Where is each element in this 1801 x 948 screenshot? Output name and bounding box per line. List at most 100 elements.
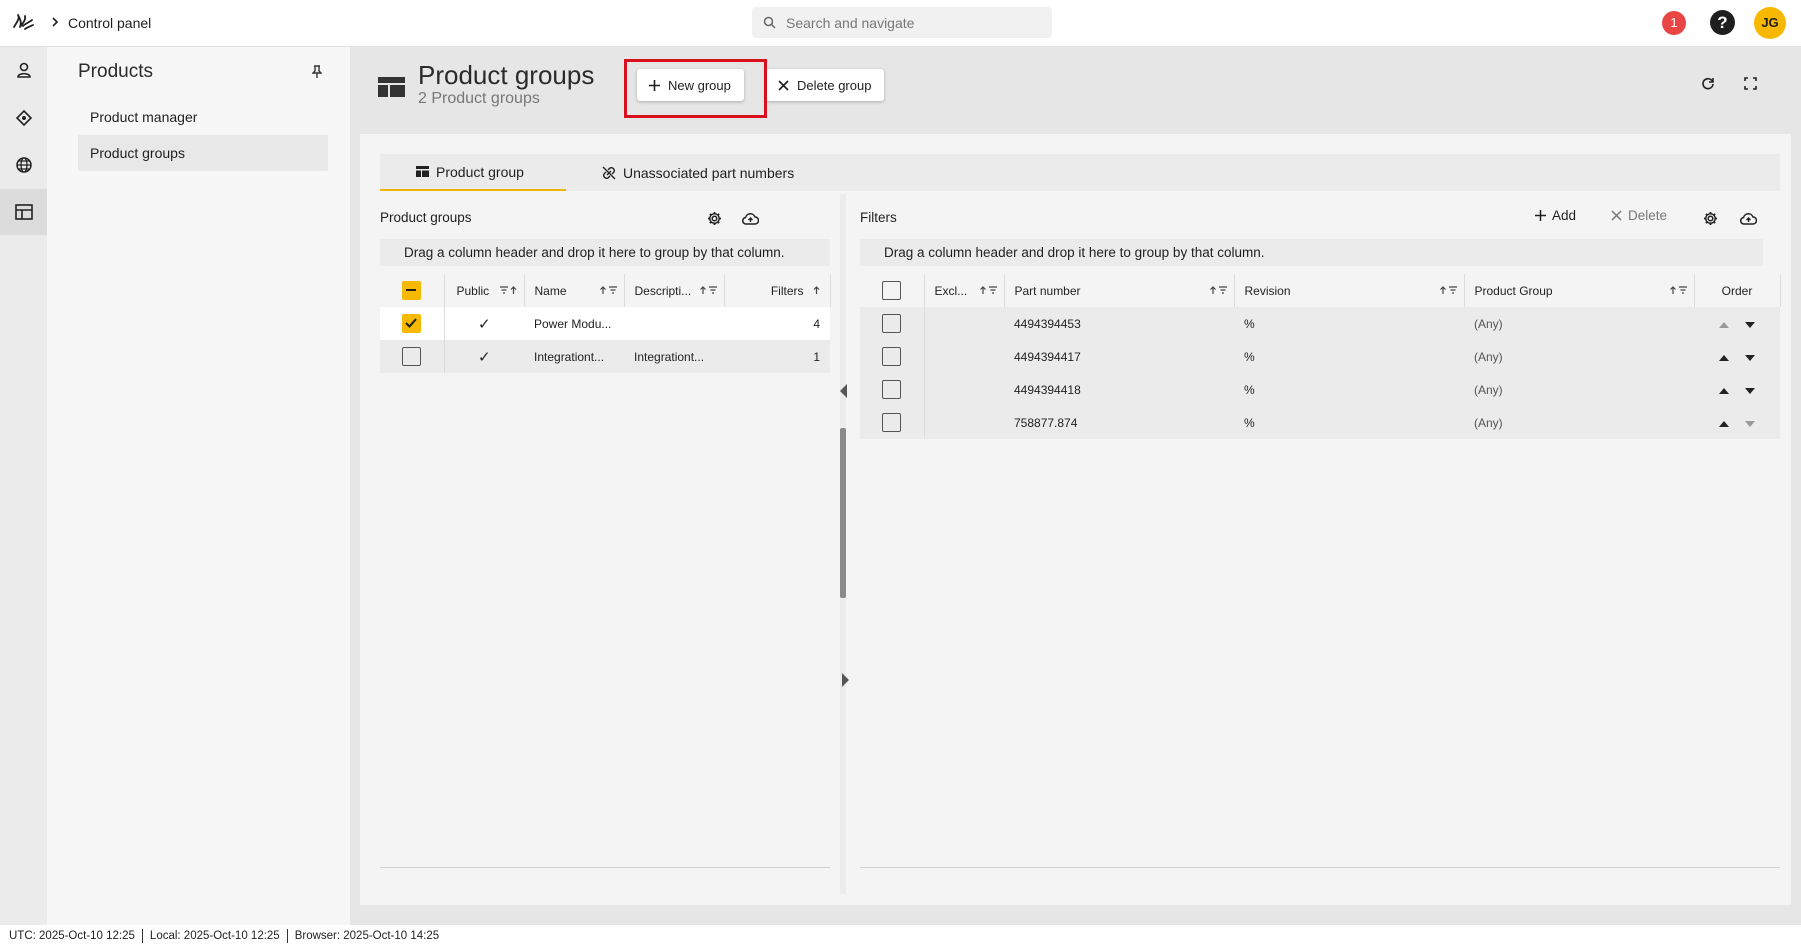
- col-header-filters[interactable]: Filters: [724, 274, 831, 307]
- table-row[interactable]: 4494394417 % (Any): [860, 340, 1780, 373]
- rail-products-icon[interactable]: [0, 189, 47, 235]
- row-checkbox[interactable]: [402, 314, 422, 333]
- row-select-cell[interactable]: [860, 340, 925, 373]
- row-checkbox[interactable]: [402, 347, 422, 366]
- app-logo-icon[interactable]: [11, 12, 35, 34]
- product-groups-icon: [378, 77, 405, 97]
- col-header-product-group[interactable]: Product Group: [1464, 274, 1695, 307]
- row-select-cell[interactable]: [380, 307, 445, 340]
- row-select-cell[interactable]: [860, 373, 925, 406]
- cloud-upload-icon[interactable]: [742, 212, 759, 225]
- expand-right-icon[interactable]: [842, 673, 849, 687]
- panel-splitter[interactable]: [840, 194, 846, 894]
- row-checkbox[interactable]: [882, 380, 902, 399]
- tab-product-group[interactable]: Product group: [380, 154, 566, 191]
- rail-globe-icon[interactable]: [0, 142, 47, 188]
- col-header-description[interactable]: Descripti...: [624, 274, 725, 307]
- select-all-cell[interactable]: [380, 274, 445, 307]
- row-checkbox[interactable]: [882, 347, 902, 366]
- select-all-checkbox[interactable]: [402, 281, 422, 300]
- move-up-icon[interactable]: [1719, 387, 1729, 394]
- col-header-part-number[interactable]: Part number: [1004, 274, 1235, 307]
- filters-cell: 4: [813, 316, 820, 331]
- pin-icon[interactable]: [312, 65, 322, 79]
- move-down-icon[interactable]: [1745, 354, 1755, 361]
- col-label: Descripti...: [634, 283, 692, 298]
- sidebar-item-product-groups[interactable]: Product groups: [78, 135, 328, 171]
- sort-filter-icon[interactable]: [599, 286, 618, 295]
- revision-cell: %: [1244, 382, 1255, 397]
- right-group-drop-hint[interactable]: Drag a column header and drop it here to…: [860, 239, 1763, 266]
- public-cell: ✓: [477, 315, 491, 333]
- tab-unassociated-part-numbers[interactable]: Unassociated part numbers: [602, 154, 794, 191]
- col-header-exclude[interactable]: Excl...: [924, 274, 1005, 307]
- order-cell: [1694, 340, 1780, 373]
- product-group-cell: (Any): [1474, 349, 1503, 364]
- left-panel-title: Product groups: [380, 210, 472, 225]
- select-all-cell[interactable]: [860, 274, 925, 307]
- table-row[interactable]: 758877.874 % (Any): [860, 406, 1780, 439]
- row-select-cell[interactable]: [380, 340, 445, 373]
- settings-icon[interactable]: [1703, 211, 1718, 226]
- sort-filter-icon[interactable]: [1209, 286, 1228, 295]
- collapse-left-icon[interactable]: [840, 384, 847, 398]
- filter-sort-icon[interactable]: [499, 286, 518, 295]
- row-checkbox[interactable]: [882, 413, 902, 432]
- col-header-revision[interactable]: Revision: [1234, 274, 1465, 307]
- table-row[interactable]: 4494394418 % (Any): [860, 373, 1780, 406]
- col-header-public[interactable]: Public: [444, 274, 525, 307]
- part-number-cell: 4494394453: [1014, 316, 1081, 331]
- filters-cell: 1: [813, 349, 820, 364]
- sort-filter-icon[interactable]: [1669, 286, 1688, 295]
- breadcrumb[interactable]: Control panel: [68, 15, 151, 31]
- col-header-name[interactable]: Name: [524, 274, 625, 307]
- col-header-order[interactable]: Order: [1694, 274, 1781, 307]
- move-up-icon[interactable]: [1719, 420, 1729, 427]
- refresh-icon[interactable]: [1701, 77, 1715, 91]
- settings-icon[interactable]: [707, 211, 722, 226]
- rail-user-icon[interactable]: [0, 47, 47, 93]
- table-row[interactable]: 4494394453 % (Any): [860, 307, 1780, 340]
- notification-badge[interactable]: 1: [1662, 11, 1686, 35]
- utc-time: UTC: 2025-Oct-10 12:25: [9, 930, 135, 942]
- delete-group-label: Delete group: [797, 77, 872, 93]
- splitter-handle[interactable]: [840, 428, 846, 598]
- left-group-drop-hint[interactable]: Drag a column header and drop it here to…: [380, 239, 830, 266]
- row-checkbox[interactable]: [882, 314, 902, 333]
- avatar[interactable]: JG: [1754, 7, 1786, 39]
- fullscreen-icon[interactable]: [1744, 77, 1757, 90]
- row-select-cell[interactable]: [860, 307, 925, 340]
- link-off-icon: [602, 166, 616, 180]
- plus-icon: [1535, 210, 1546, 221]
- table-row[interactable]: ✓ Integrationt... Integrationt... 1: [380, 340, 830, 373]
- move-down-icon[interactable]: [1745, 321, 1755, 328]
- rail-history-icon[interactable]: [0, 95, 47, 141]
- table-icon: [416, 166, 429, 177]
- search-input[interactable]: [786, 7, 1046, 38]
- name-cell: Power Modu...: [534, 316, 612, 331]
- sort-filter-icon[interactable]: [1439, 286, 1458, 295]
- sort-filter-icon[interactable]: [699, 286, 718, 295]
- row-select-cell[interactable]: [860, 406, 925, 439]
- exclude-cell: [924, 340, 1004, 373]
- cloud-upload-icon[interactable]: [1740, 212, 1757, 225]
- delete-group-button[interactable]: Delete group: [766, 69, 885, 101]
- col-label: Public: [456, 283, 490, 298]
- sort-filter-icon[interactable]: [979, 286, 998, 295]
- help-icon[interactable]: ?: [1710, 10, 1735, 35]
- highlight-box: [624, 59, 767, 118]
- delete-filter-button[interactable]: Delete: [1611, 208, 1667, 223]
- move-up-icon[interactable]: [1719, 354, 1729, 361]
- move-down-icon[interactable]: [1745, 420, 1755, 427]
- select-all-checkbox[interactable]: [882, 281, 902, 300]
- product-group-cell: (Any): [1474, 382, 1503, 397]
- sort-icon[interactable]: [813, 286, 820, 295]
- move-up-icon[interactable]: [1719, 321, 1729, 328]
- part-number-cell: 4494394418: [1014, 382, 1081, 397]
- table-row[interactable]: ✓ Power Modu... 4: [380, 307, 830, 340]
- sidebar-item-product-manager[interactable]: Product manager: [78, 99, 328, 135]
- divider: [860, 867, 1780, 868]
- move-down-icon[interactable]: [1745, 387, 1755, 394]
- search-box[interactable]: [752, 7, 1052, 38]
- add-filter-button[interactable]: Add: [1535, 208, 1576, 223]
